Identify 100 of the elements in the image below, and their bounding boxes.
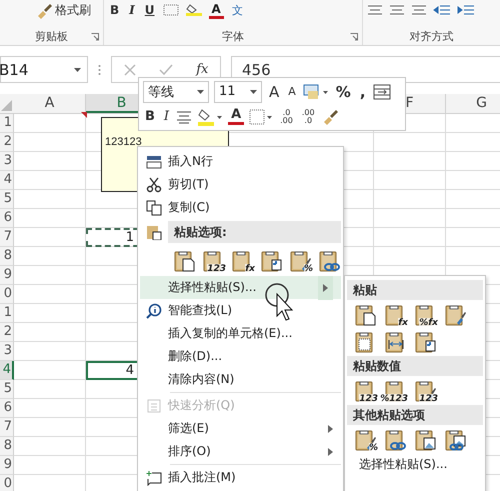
align-icon: [389, 4, 405, 16]
borders-icon: [249, 108, 274, 124]
row-header[interactable]: 3: [0, 342, 14, 361]
row-header[interactable]: 5: [0, 380, 14, 399]
row-header[interactable]: 2: [0, 323, 14, 342]
group-label: 剪贴板: [35, 28, 68, 44]
menu-item[interactable]: 复制(C): [140, 196, 341, 219]
comment-text: 123123: [105, 136, 142, 148]
row-header[interactable]: 5: [0, 190, 14, 209]
increase-decimal-button[interactable]: .0 .00: [278, 108, 295, 124]
column-header[interactable]: G: [446, 94, 500, 113]
increase-font-button[interactable]: A: [267, 82, 282, 100]
drag-handle-icon: [98, 64, 101, 76]
paste-option-button[interactable]: %123: [383, 378, 406, 404]
row-header[interactable]: 9: [0, 456, 14, 475]
underline-button[interactable]: U: [142, 3, 157, 17]
dialog-launcher-icon: [350, 33, 358, 41]
cell-text: 1: [126, 230, 134, 245]
paste-option-button[interactable]: fx: [230, 248, 253, 274]
menu-item[interactable]: 筛选(E): [140, 417, 341, 440]
row-header[interactable]: 1: [0, 114, 14, 133]
font-color-button[interactable]: A: [208, 2, 224, 18]
format-table-icon: [302, 82, 329, 100]
paste-option-button[interactable]: %fx: [413, 302, 436, 328]
borders-icon: [162, 4, 179, 16]
paste-option-button[interactable]: %: [288, 248, 311, 274]
paste-option-button[interactable]: %: [353, 426, 376, 452]
menu-item[interactable]: 排序(O): [140, 440, 341, 463]
quick-analysis-icon: [146, 398, 162, 414]
formula-value: 456: [242, 60, 271, 78]
paste-option-button[interactable]: 123: [413, 378, 436, 404]
section-header: 粘贴: [347, 280, 483, 300]
phonetic-guide-button[interactable]: 文: [230, 2, 245, 18]
bold-button[interactable]: B: [108, 3, 122, 17]
format-painter-button[interactable]: 格式刷: [34, 2, 93, 18]
new-comment-icon: [146, 470, 162, 486]
menu-item[interactable]: 智能查找(L): [140, 299, 341, 322]
menu-item[interactable]: 剪切(T): [140, 173, 341, 196]
menu-item[interactable]: 选择性粘贴(S)...: [140, 276, 341, 299]
decrease-decimal-button[interactable]: .00 .0: [300, 108, 317, 124]
cell-reference: B14: [0, 60, 28, 78]
align-icon: [411, 4, 427, 16]
comma-button[interactable]: ,: [358, 82, 368, 100]
insert-function-button[interactable]: fx: [196, 62, 208, 77]
wrap-text-icon: [372, 84, 391, 100]
section-header: 粘贴数值: [347, 356, 483, 376]
paste-option-button[interactable]: 123: [353, 378, 376, 404]
row-header[interactable]: 7: [0, 418, 14, 437]
menu-item[interactable]: 选择性粘贴(S)...: [347, 453, 483, 476]
row-header[interactable]: 4: [0, 361, 14, 380]
name-box[interactable]: B14: [0, 56, 88, 83]
group-label: 字体: [222, 28, 244, 44]
row-header[interactable]: 4: [0, 171, 14, 190]
row-header[interactable]: 6: [0, 209, 14, 228]
row-header[interactable]: 7: [0, 228, 14, 247]
brush-icon: [322, 108, 340, 126]
menu-item[interactable]: 插入复制的单元格(E)...: [140, 322, 341, 345]
align-icon: [367, 4, 383, 16]
insert-rows-icon: [146, 154, 162, 170]
comment-indicator-icon: [81, 112, 87, 118]
font-color-button[interactable]: A: [228, 108, 244, 125]
caret-icon: [74, 68, 81, 72]
scissors-icon: [146, 176, 162, 192]
fill-color-icon: [197, 108, 224, 126]
cell-text: 4: [126, 363, 134, 378]
info-search-icon: [146, 302, 162, 318]
section-header: 其他粘贴选项: [347, 405, 483, 425]
row-header[interactable]: 0: [0, 475, 14, 491]
decrease-font-button[interactable]: A: [286, 85, 298, 98]
menu-item[interactable]: 插入N行: [140, 150, 341, 173]
row-header[interactable]: 0: [0, 285, 14, 304]
brush-icon: [36, 2, 53, 18]
row-header[interactable]: 9: [0, 266, 14, 285]
italic-button[interactable]: I: [162, 109, 172, 124]
row-header[interactable]: 8: [0, 247, 14, 266]
fill-color-icon: [184, 4, 203, 16]
enter-icon: [158, 64, 173, 76]
menu-item[interactable]: 插入批注(M): [140, 466, 341, 489]
copy-icon: [146, 200, 162, 216]
dialog-launcher-icon: [91, 33, 99, 41]
indent-icon: [457, 4, 475, 16]
clipboard-icon: [146, 224, 162, 240]
row-header[interactable]: 2: [0, 133, 14, 152]
row-header[interactable]: 6: [0, 399, 14, 418]
row-header[interactable]: 3: [0, 152, 14, 171]
italic-button[interactable]: I: [127, 3, 137, 17]
font-dropdown[interactable]: 等线: [143, 80, 209, 102]
paste-option-button[interactable]: fx: [383, 302, 406, 328]
align-center-icon: [176, 110, 192, 124]
section-header: 粘贴选项:: [168, 221, 341, 243]
percent-button[interactable]: %: [334, 82, 353, 100]
busy-cursor-icon: [264, 282, 294, 322]
cancel-icon: [124, 64, 136, 76]
font-size-dropdown[interactable]: 11: [214, 80, 262, 102]
group-label: 对齐方式: [410, 28, 454, 44]
outdent-icon: [433, 4, 451, 16]
paste-option-button[interactable]: 123: [201, 248, 224, 274]
font-size: 11: [219, 84, 236, 99]
row-header[interactable]: 8: [0, 437, 14, 456]
row-header[interactable]: 1: [0, 304, 14, 323]
